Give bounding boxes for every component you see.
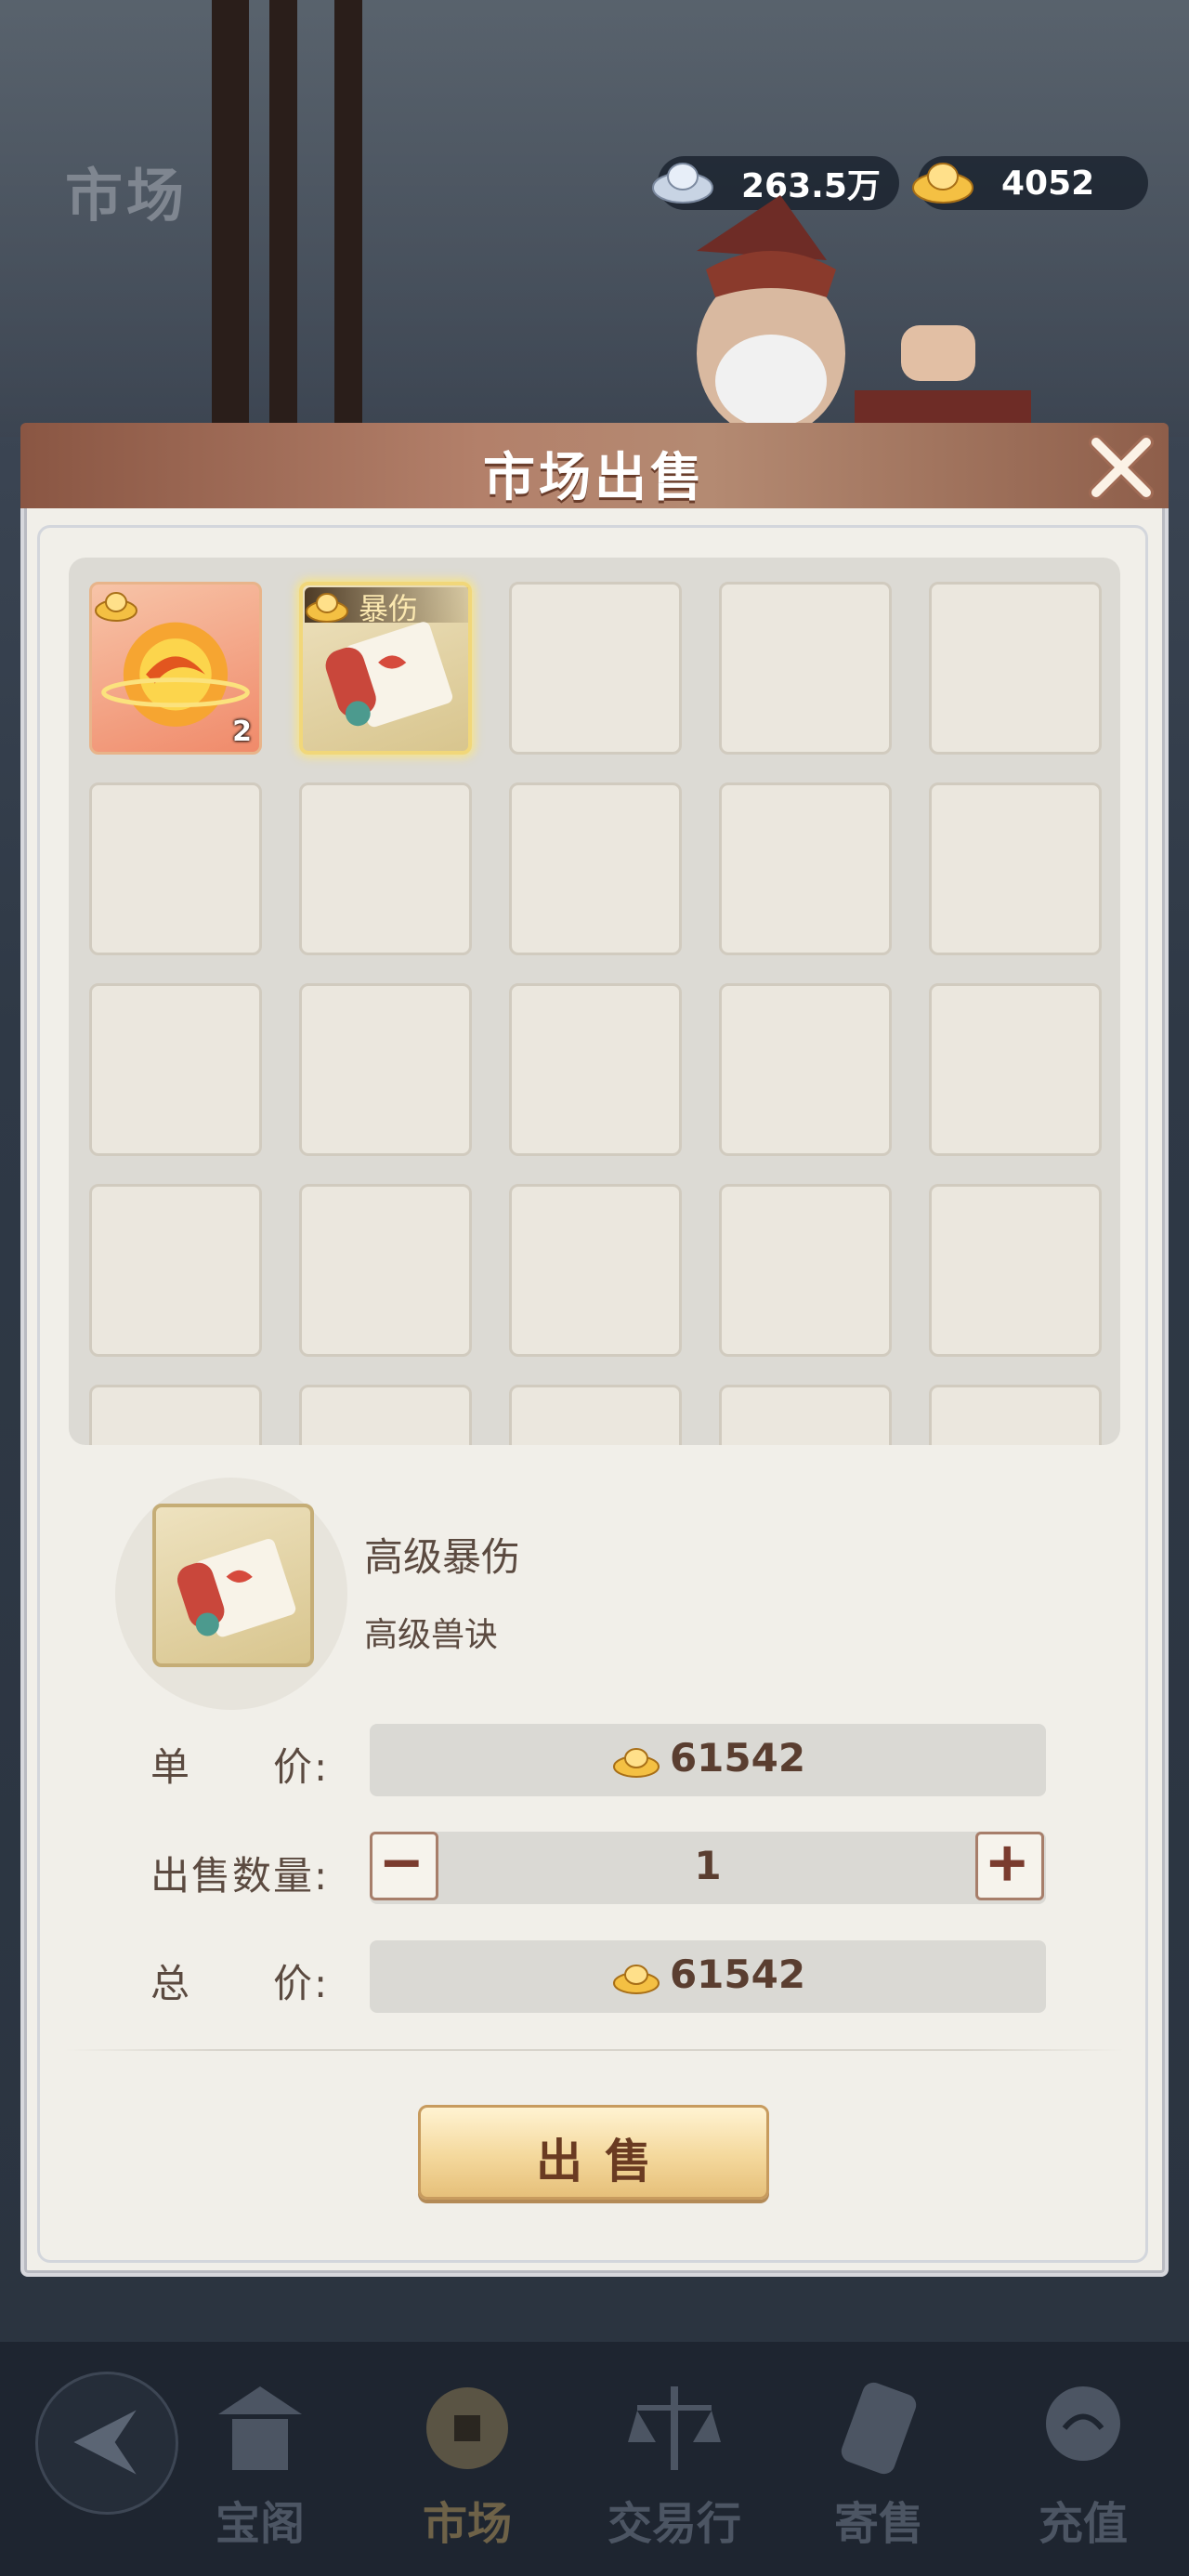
sell-button[interactable]: 出售 bbox=[418, 2105, 769, 2200]
inventory-slot-empty[interactable] bbox=[89, 983, 262, 1156]
inventory-slot-empty[interactable] bbox=[719, 782, 892, 955]
close-icon[interactable] bbox=[1079, 426, 1163, 509]
inventory-slot-fire-orb[interactable]: 2 bbox=[89, 582, 262, 755]
inventory-slot-empty[interactable] bbox=[929, 1184, 1102, 1357]
selected-item-type: 高级兽诀 bbox=[364, 1616, 499, 1654]
inventory-slot-empty[interactable] bbox=[89, 1184, 262, 1357]
nav-item-consign[interactable]: 寄售 bbox=[786, 2368, 972, 2554]
gold-ingot-icon bbox=[95, 592, 137, 622]
inventory-slot-empty[interactable] bbox=[299, 1385, 472, 1445]
inventory-slot-empty[interactable] bbox=[509, 582, 682, 755]
background-pillar bbox=[334, 0, 362, 437]
inventory-slot-empty[interactable] bbox=[719, 1385, 892, 1445]
selected-item-name: 高级暴伤 bbox=[364, 1534, 521, 1580]
total-price-field: 61542 bbox=[370, 1940, 1046, 2013]
scroll-icon bbox=[176, 1539, 296, 1637]
increase-quantity-button[interactable] bbox=[975, 1832, 1044, 1900]
inventory-slot-empty[interactable] bbox=[299, 782, 472, 955]
unit-price-field: 61542 bbox=[370, 1724, 1046, 1796]
selected-item-icon bbox=[152, 1504, 314, 1667]
dialog-title: 市场出售 bbox=[483, 448, 706, 508]
inventory-slot-empty[interactable] bbox=[509, 983, 682, 1156]
inventory-grid: 2 暴伤 bbox=[69, 558, 1120, 1445]
cloud-icon bbox=[1046, 2386, 1120, 2461]
back-arrow-icon bbox=[73, 2410, 137, 2475]
nav-label: 市场 bbox=[422, 2498, 512, 2550]
inventory-slot-empty[interactable] bbox=[299, 983, 472, 1156]
background-pillar bbox=[269, 0, 297, 437]
dialog-header: 市场出售 bbox=[20, 423, 1169, 508]
pavilion-icon bbox=[218, 2386, 302, 2470]
nav-label: 充值 bbox=[1038, 2498, 1128, 2550]
divider bbox=[65, 2049, 1124, 2051]
inventory-slot-empty[interactable] bbox=[509, 782, 682, 955]
inventory-slot-empty[interactable] bbox=[929, 1385, 1102, 1445]
inventory-slot-empty[interactable] bbox=[929, 782, 1102, 955]
back-button[interactable] bbox=[35, 2372, 178, 2515]
total-price-value: 61542 bbox=[669, 1952, 806, 1997]
unit-price-value: 61542 bbox=[669, 1735, 806, 1781]
nav-item-baoge[interactable]: 宝阁 bbox=[167, 2368, 353, 2554]
nav-item-recharge[interactable]: 充值 bbox=[990, 2368, 1176, 2554]
inventory-slot-empty[interactable] bbox=[509, 1385, 682, 1445]
quantity-stepper: 1 bbox=[370, 1832, 1046, 1904]
inventory-slot-empty[interactable] bbox=[299, 1184, 472, 1357]
inventory-slot-empty[interactable] bbox=[719, 582, 892, 755]
nav-label: 寄售 bbox=[833, 2498, 923, 2550]
inventory-slot-empty[interactable] bbox=[89, 1385, 262, 1445]
inventory-slot-empty[interactable] bbox=[89, 782, 262, 955]
sell-button-label: 出售 bbox=[536, 2135, 673, 2188]
inventory-slot-empty[interactable] bbox=[509, 1184, 682, 1357]
inventory-slot-empty[interactable] bbox=[929, 582, 1102, 755]
consign-scroll-icon bbox=[841, 2382, 917, 2475]
inventory-slot-empty[interactable] bbox=[719, 983, 892, 1156]
inventory-slot-empty[interactable] bbox=[719, 1184, 892, 1357]
nav-item-exchange[interactable]: 交易行 bbox=[581, 2368, 767, 2554]
item-count: 2 bbox=[232, 716, 252, 748]
nav-label: 宝阁 bbox=[215, 2498, 305, 2550]
total-price-label: 总 价: bbox=[150, 1961, 330, 2006]
quantity-value[interactable]: 1 bbox=[370, 1843, 1046, 1888]
plus-icon bbox=[989, 1846, 1025, 1881]
nav-label: 交易行 bbox=[607, 2498, 741, 2550]
merchant-character bbox=[697, 195, 1031, 437]
inventory-slot-empty[interactable] bbox=[929, 983, 1102, 1156]
background-pillar bbox=[212, 0, 249, 437]
nav-item-market[interactable]: 市场 bbox=[374, 2368, 560, 2554]
scales-icon bbox=[628, 2386, 721, 2470]
gold-ingot-icon bbox=[612, 1747, 660, 1778]
scroll-icon bbox=[325, 622, 453, 728]
unit-price-label: 单 价: bbox=[150, 1744, 330, 1790]
inventory-slot-scroll-selected[interactable]: 暴伤 bbox=[299, 582, 472, 755]
page-title: 市场 bbox=[65, 162, 189, 230]
coin-icon bbox=[426, 2387, 508, 2469]
gold-ingot-icon bbox=[612, 1964, 660, 1994]
quantity-label: 出售数量: bbox=[150, 1853, 330, 1899]
